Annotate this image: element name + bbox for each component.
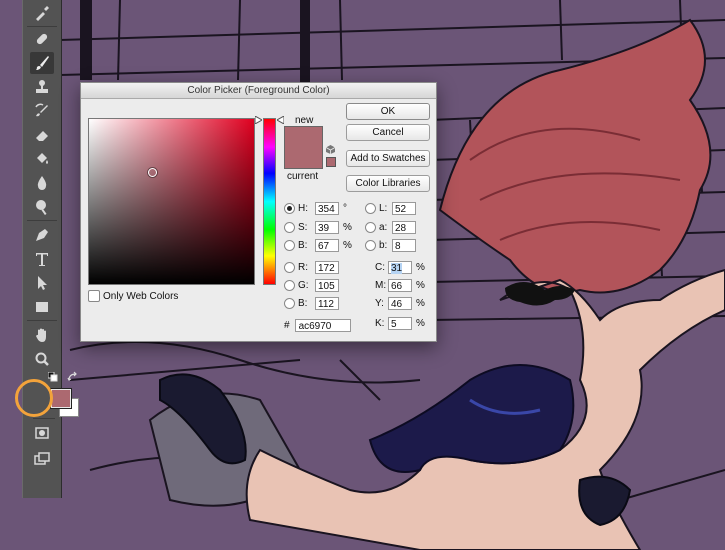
web-safe-color-swatch[interactable] (326, 157, 336, 167)
lightness-row: L: 52 (365, 202, 416, 215)
red-radio[interactable] (284, 262, 295, 273)
current-color-swatch[interactable] (284, 148, 323, 169)
swatch-highlight-ring (15, 379, 53, 417)
add-to-swatches-button[interactable]: Add to Swatches (346, 150, 430, 167)
eyedropper-icon[interactable] (30, 2, 54, 24)
rectangle-icon[interactable] (30, 296, 54, 318)
hand-icon[interactable] (30, 324, 54, 346)
hex-row: # ac6970 (284, 319, 351, 332)
dialog-title: Color Picker (Foreground Color) (81, 83, 436, 99)
default-colors-icon[interactable] (48, 372, 58, 382)
blue-input[interactable]: 112 (315, 297, 339, 310)
type-icon[interactable] (30, 248, 54, 270)
lab-a-row: a: 28 (365, 221, 416, 234)
hue-slider-left-arrow-icon[interactable] (255, 116, 262, 124)
lab-a-radio[interactable] (365, 222, 376, 233)
zoom-icon[interactable] (30, 348, 54, 370)
new-color-label: new (295, 115, 314, 126)
yellow-row: Y: 46 % (375, 297, 425, 310)
saturation-input[interactable]: 39 (315, 221, 339, 234)
new-color-swatch (284, 126, 323, 149)
path-selection-icon[interactable] (30, 272, 54, 294)
tools-panel (22, 0, 79, 498)
red-input[interactable]: 172 (315, 261, 339, 274)
blur-icon[interactable] (30, 172, 54, 194)
web-safe-cube-icon[interactable] (326, 145, 335, 154)
hue-slider-right-arrow-icon[interactable] (277, 116, 284, 124)
ok-button[interactable]: OK (346, 103, 430, 120)
swap-colors-icon[interactable] (67, 371, 79, 383)
clone-stamp-icon[interactable] (30, 76, 54, 98)
lightness-radio[interactable] (365, 203, 376, 214)
hue-input[interactable]: 354 (315, 202, 339, 215)
foreground-color-swatch[interactable] (50, 388, 72, 409)
magenta-input[interactable]: 66 (388, 279, 412, 292)
magenta-row: M: 66 % (375, 279, 425, 292)
hue-row: H: 354 ° (284, 202, 347, 215)
yellow-input[interactable]: 46 (388, 297, 412, 310)
screen-mode-icon[interactable] (30, 448, 54, 470)
lab-b-input[interactable]: 8 (392, 239, 416, 252)
red-row: R: 172 (284, 261, 339, 274)
saturation-row: S: 39 % (284, 221, 352, 234)
cyan-row: C: 31 % (375, 261, 425, 274)
cancel-button[interactable]: Cancel (346, 124, 430, 141)
quick-mask-icon[interactable] (30, 422, 54, 444)
color-picker-dialog: Color Picker (Foreground Color) Only Web… (80, 82, 437, 342)
color-libraries-button[interactable]: Color Libraries (346, 175, 430, 192)
green-radio[interactable] (284, 280, 295, 291)
lab-a-input[interactable]: 28 (392, 221, 416, 234)
brightness-input[interactable]: 67 (315, 239, 339, 252)
green-row: G: 105 (284, 279, 339, 292)
eraser-icon[interactable] (30, 124, 54, 146)
color-field-cursor[interactable] (148, 168, 157, 177)
current-color-label: current (287, 171, 319, 182)
black-input[interactable]: 5 (388, 317, 412, 330)
only-web-colors-option[interactable]: Only Web Colors (88, 290, 178, 302)
brightness-radio[interactable] (284, 240, 295, 251)
cyan-input[interactable]: 31 (388, 261, 412, 274)
black-row: K: 5 % (375, 317, 425, 330)
dodge-icon[interactable] (30, 196, 54, 218)
brightness-row: B: 67 % (284, 239, 352, 252)
blue-row: B: 112 (284, 297, 339, 310)
healing-brush-icon[interactable] (30, 28, 54, 50)
pen-icon[interactable] (30, 224, 54, 246)
hex-label: # (284, 320, 290, 331)
hue-slider[interactable] (263, 118, 276, 285)
paint-bucket-icon[interactable] (30, 148, 54, 170)
green-input[interactable]: 105 (315, 279, 339, 292)
blue-radio[interactable] (284, 298, 295, 309)
history-brush-icon[interactable] (30, 100, 54, 122)
hue-radio[interactable] (284, 203, 295, 214)
saturation-radio[interactable] (284, 222, 295, 233)
hex-input[interactable]: ac6970 (294, 319, 351, 332)
lightness-input[interactable]: 52 (392, 202, 416, 215)
lab-b-radio[interactable] (365, 240, 376, 251)
color-field[interactable] (88, 118, 255, 285)
lab-b-row: b: 8 (365, 239, 416, 252)
only-web-colors-checkbox[interactable] (88, 290, 100, 302)
only-web-colors-label: Only Web Colors (103, 290, 179, 302)
brush-icon[interactable] (30, 52, 54, 74)
